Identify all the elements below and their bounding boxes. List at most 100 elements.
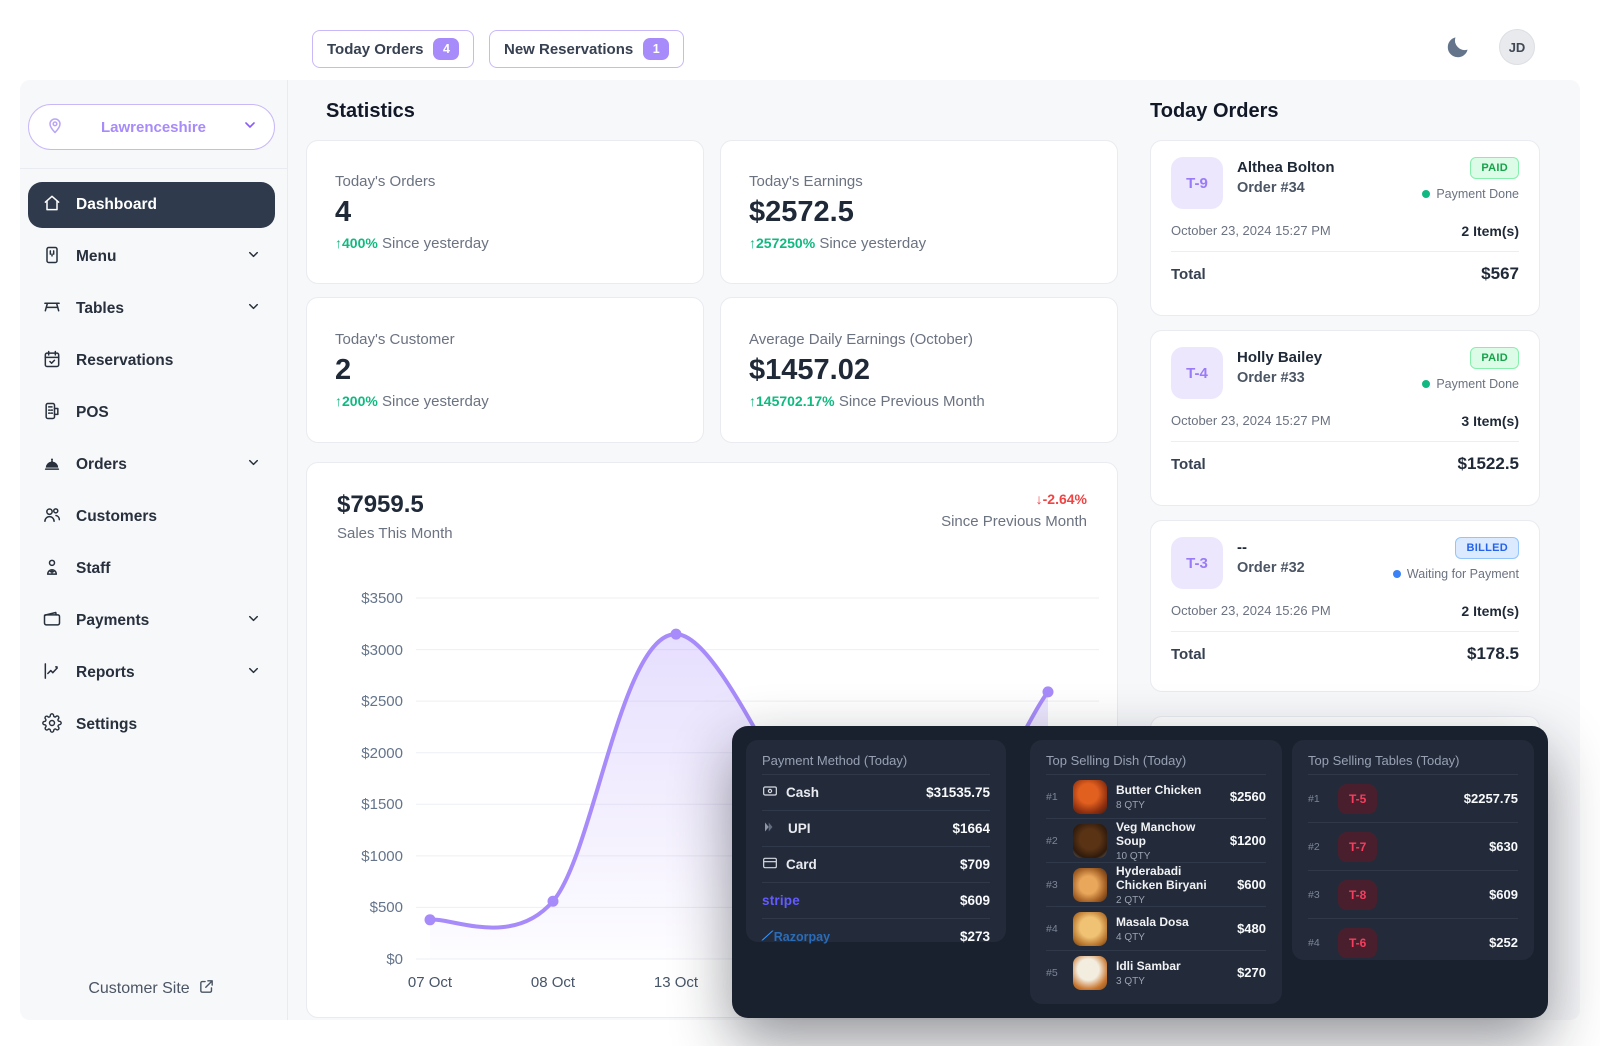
payment-row: Cash $31535.75	[762, 774, 990, 810]
dish-photo	[1073, 868, 1107, 902]
sales-total: $7959.5	[337, 491, 453, 519]
total-value: $178.5	[1467, 644, 1519, 664]
sidebar-divider	[20, 168, 287, 169]
svg-text:$1000: $1000	[361, 848, 403, 865]
sidebar-item-payments[interactable]: Payments	[28, 598, 275, 644]
svg-text:13 Oct: 13 Oct	[654, 974, 699, 991]
table-sales: $609	[1489, 887, 1518, 902]
total-label: Total	[1171, 456, 1206, 473]
moon-icon	[1444, 49, 1472, 64]
top-selling-tables-title: Top Selling Tables (Today)	[1308, 753, 1518, 768]
sidebar-item-pos[interactable]: POS	[28, 390, 275, 436]
dish-photo	[1073, 912, 1107, 946]
sidebar-item-label: Settings	[76, 716, 261, 734]
dish-qty: 10 QTY	[1116, 851, 1221, 862]
order-date: October 23, 2024 15:26 PM	[1171, 603, 1331, 619]
sidebar-item-tables[interactable]: Tables	[28, 286, 275, 332]
sidebar-item-reports[interactable]: Reports	[28, 650, 275, 696]
insights-overlay: Payment Method (Today) Cash $31535.75 UP…	[732, 726, 1548, 1018]
svg-text:08 Oct: 08 Oct	[531, 974, 576, 991]
table-rank-row: #3 T-8 $609	[1308, 870, 1518, 918]
person-badge-icon	[42, 557, 62, 582]
order-card[interactable]: T-4 Holly Bailey Order #33 PAID Payment …	[1150, 330, 1540, 506]
stat-label: Today's Customer	[335, 331, 675, 348]
statistics-heading: Statistics	[326, 100, 415, 123]
dish-qty: 3 QTY	[1116, 976, 1228, 987]
stat-value: 2	[335, 354, 675, 387]
status-badge: BILLED	[1455, 537, 1519, 559]
sidebar-item-label: POS	[76, 404, 261, 422]
dish-row: #3 Hyderabadi Chicken Biryani2 QTY $600	[1046, 862, 1266, 906]
rank-label: #2	[1308, 841, 1326, 853]
sidebar-item-dashboard[interactable]: Dashboard	[28, 182, 275, 228]
sidebar-item-menu[interactable]: Menu	[28, 234, 275, 280]
table-badge: T-5	[1338, 784, 1377, 814]
rank-label: #5	[1046, 967, 1064, 979]
stat-change-period: Since yesterday	[819, 235, 926, 252]
stripe-logo: stripe	[762, 893, 800, 908]
status-note: Payment Done	[1436, 377, 1519, 391]
location-selector[interactable]: Lawrenceshire	[28, 104, 275, 150]
stat-value: $2572.5	[749, 196, 1089, 229]
today-orders-button[interactable]: Today Orders 4	[312, 30, 474, 68]
table-badge: T-8	[1338, 880, 1377, 910]
table-sales: $2257.75	[1464, 791, 1518, 806]
svg-text:$2000: $2000	[361, 745, 403, 762]
calendar-check-icon	[42, 349, 62, 374]
total-value: $567	[1481, 264, 1519, 284]
sidebar-item-label: Reservations	[76, 352, 261, 370]
sidebar-item-label: Reports	[76, 664, 232, 682]
sidebar-item-label: Staff	[76, 560, 261, 578]
svg-text:$3500: $3500	[361, 590, 403, 607]
dish-name: Veg Manchow Soup	[1116, 820, 1221, 848]
svg-text:$1500: $1500	[361, 796, 403, 813]
order-number: Order #33	[1237, 370, 1408, 386]
stat-value: $1457.02	[749, 354, 1089, 387]
rank-label: #2	[1046, 835, 1064, 847]
sidebar-item-settings[interactable]: Settings	[28, 702, 275, 748]
customer-site-label: Customer Site	[88, 980, 189, 998]
order-card[interactable]: T-9 Althea Bolton Order #34 PAID Payment…	[1150, 140, 1540, 316]
table-chip: T-9	[1171, 157, 1223, 209]
sales-change-period: Since Previous Month	[941, 513, 1087, 530]
chevron-down-icon	[246, 247, 261, 267]
cash-icon	[762, 783, 778, 802]
rank-label: #1	[1046, 791, 1064, 803]
dish-name: Masala Dosa	[1116, 915, 1228, 929]
dark-mode-toggle[interactable]	[1441, 31, 1475, 65]
chevron-down-icon	[246, 611, 261, 631]
payment-value: $709	[960, 857, 990, 872]
sidebar-item-staff[interactable]: Staff	[28, 546, 275, 592]
stat-change-period: Since Previous Month	[839, 393, 985, 410]
table-rank-row: #2 T-7 $630	[1308, 822, 1518, 870]
status-badge: PAID	[1470, 157, 1519, 179]
sidebar-item-orders[interactable]: Orders	[28, 442, 275, 488]
dish-qty: 8 QTY	[1116, 800, 1221, 811]
users-icon	[42, 505, 62, 530]
user-avatar[interactable]: JD	[1499, 29, 1535, 65]
sales-change-percent: ↓-2.64%	[941, 491, 1087, 507]
chart-line-icon	[42, 661, 62, 686]
table-chip: T-3	[1171, 537, 1223, 589]
external-link-icon	[198, 978, 215, 1000]
rank-label: #3	[1308, 889, 1326, 901]
chart-x-axis: 07 Oct 08 Oct 13 Oct	[408, 974, 699, 991]
order-number: Order #32	[1237, 560, 1379, 576]
chevron-down-icon	[246, 455, 261, 475]
order-items-count: 3 Item(s)	[1461, 413, 1519, 429]
sidebar-item-reservations[interactable]: Reservations	[28, 338, 275, 384]
payment-value: $273	[960, 929, 990, 944]
rank-label: #4	[1308, 937, 1326, 949]
stat-change-percent: ↑145702.17%	[749, 393, 835, 409]
sidebar-item-customers[interactable]: Customers	[28, 494, 275, 540]
table-icon	[42, 297, 62, 322]
dish-price: $2560	[1230, 789, 1266, 804]
customer-site-link[interactable]: Customer Site	[88, 978, 214, 1000]
payment-row: UPI $1664	[762, 810, 990, 846]
order-number: Order #34	[1237, 180, 1408, 196]
order-card[interactable]: T-3 -- Order #32 BILLED Waiting for Paym…	[1150, 520, 1540, 692]
payment-value: $31535.75	[926, 785, 990, 800]
new-reservations-count-badge: 1	[643, 38, 669, 60]
sidebar-item-label: Tables	[76, 300, 232, 318]
new-reservations-button[interactable]: New Reservations 1	[489, 30, 684, 68]
